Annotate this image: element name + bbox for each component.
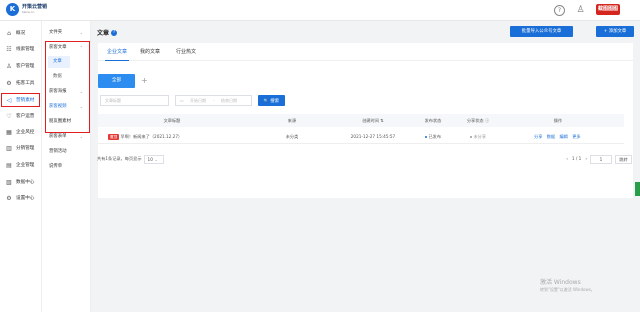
building-icon: ▤ — [6, 161, 12, 169]
sidebar-item-tools[interactable]: ⚙ 拓客工具 — [0, 76, 42, 90]
goto-page-input[interactable]: 1 — [590, 154, 612, 164]
date-start: 开始日期 — [190, 98, 206, 103]
subnav-articles[interactable]: 文章 — [48, 56, 70, 68]
subnav-posters[interactable]: 获客海报 ⌄ — [42, 86, 91, 98]
date-end: 结束日期 — [221, 98, 237, 103]
sidebar-item-data-center[interactable]: ▧ 数据中心 — [0, 175, 42, 189]
page-size-select[interactable]: 10 ⌄ — [143, 154, 164, 164]
chevron-up-icon: ⌃ — [79, 45, 83, 50]
shield-icon: ▦ — [6, 128, 12, 136]
subnav-moments-materials[interactable]: 朋友圈素材 — [42, 116, 91, 128]
list-icon: ☷ — [6, 45, 12, 53]
page-title: 文章 ? — [97, 29, 118, 37]
add-article-button[interactable]: + 添加文章 — [596, 26, 634, 37]
date-range-picker[interactable]: ▭ 开始日期 - 结束日期 — [175, 95, 252, 106]
calendar-icon: ▭ — [180, 98, 184, 103]
subnav-data[interactable]: 数据 — [42, 71, 91, 83]
logo[interactable]: K 开策云营销 kaice.cn — [6, 3, 47, 16]
col-title: 文章标题 — [163, 118, 181, 123]
add-folder-icon[interactable]: + — [141, 76, 148, 86]
subnav-flyers[interactable]: 说传单 — [42, 161, 91, 173]
table-header: 文章标题 来源 创建时间 ⇅ 发布状态 分享状态 ⓘ 操作 — [98, 114, 624, 127]
side-float-tab[interactable] — [635, 182, 640, 196]
sidebar-item-leads[interactable]: ☷ 线索管理 — [0, 42, 42, 56]
more-link[interactable]: 更多 — [572, 134, 580, 139]
main-content: 文章 ? 批量导入公众号文章 + 添加文章 企业文章 我的文章 行业热文 全部 … — [91, 21, 640, 312]
chevron-down-icon: ⌄ — [79, 89, 83, 94]
next-page-button[interactable]: › — [585, 154, 587, 164]
subnav-campaigns[interactable]: 营销活动 — [42, 146, 91, 158]
share-link[interactable]: 分享 — [534, 134, 542, 139]
share-icon: ▥ — [6, 144, 12, 152]
data-link[interactable]: 数据 — [547, 134, 555, 139]
user-icon: ♙ — [6, 62, 12, 70]
title-search-input[interactable]: 文章标题 — [100, 95, 169, 106]
sidebar-item-enterprise[interactable]: ▤ 企业管理 — [0, 158, 42, 172]
chart-icon: ▧ — [6, 178, 12, 186]
chevron-down-icon: ⌄ — [154, 156, 158, 162]
sidebar-item-settings[interactable]: ⚙ 设置中心 — [0, 191, 42, 205]
article-title-cell[interactable]: 置顶 早啊！新闻来了（2021.12.27） — [108, 129, 182, 144]
col-source: 来源 — [287, 118, 297, 123]
tabs: 企业文章 我的文章 行业热文 — [98, 43, 633, 61]
prev-page-button[interactable]: ‹ — [566, 154, 568, 164]
sub-nav: 文件夹 ⌄ 获客文章 ⌃ 文章 数据 获客海报 ⌄ 获客视频 ⌄ 朋友圈素材 获客表单 ⌄… — [42, 21, 91, 312]
source-cell: 未分类 — [285, 134, 299, 139]
table-row: 置顶 早啊！新闻来了（2021.12.27） 未分类 2021-12-27 15… — [98, 129, 624, 144]
pager: ‹ 1 / 1 › 1 跳转 — [566, 154, 632, 164]
logo-subtitle: kaice.cn — [22, 10, 35, 14]
home-icon: ⌂ — [7, 29, 11, 37]
subnav-forms[interactable]: 获客表单 ⌄ — [42, 131, 91, 143]
help-icon[interactable]: ? — [111, 29, 118, 36]
logo-icon: K — [6, 3, 19, 16]
chevron-down-icon: ⌄ — [79, 104, 83, 109]
subnav-folders[interactable]: 文件夹 ⌄ — [42, 27, 91, 39]
pager-summary: 共有1条记录，每页显示 10 ⌄ — [97, 154, 164, 164]
heart-icon: ♡ — [6, 112, 12, 120]
publish-status-cell: 已发布 — [413, 129, 453, 144]
batch-import-button[interactable]: 批量导入公众号文章 — [510, 26, 573, 37]
windows-watermark: 激活 Windows 转到"设置"以激活 Windows。 — [540, 279, 595, 292]
folder-all-button[interactable]: 全部 — [98, 74, 135, 88]
help-icon[interactable]: ? — [554, 5, 565, 16]
tab-my-articles[interactable]: 我的文章 — [138, 43, 162, 61]
chevron-down-icon: ⌄ — [79, 134, 83, 139]
highlight-box — [1, 93, 40, 107]
col-share-status: 分享状态 ⓘ — [466, 118, 490, 123]
gear-icon: ⚙ — [6, 194, 12, 202]
page-info: 1 / 1 — [571, 156, 582, 161]
pinned-badge: 置顶 — [108, 134, 120, 140]
subnav-videos[interactable]: 获客视频 ⌄ — [42, 101, 91, 113]
chevron-down-icon: ⌄ — [79, 30, 83, 35]
sidebar: ⌂ 概况 ☷ 线索管理 ♙ 客户管理 ⚙ 拓客工具 ◁ 营销素材 ♡ 客户运营 ▦ 企业风控 … — [0, 21, 42, 312]
sidebar-item-customers[interactable]: ♙ 客户管理 — [0, 59, 42, 73]
edit-link[interactable]: 编辑 — [559, 134, 567, 139]
tab-industry-hot[interactable]: 行业热文 — [174, 43, 198, 61]
actions-cell: 分享 数据 编辑 更多 — [534, 129, 584, 144]
jump-button[interactable]: 跳转 — [615, 154, 632, 164]
sidebar-item-distribution[interactable]: ▥ 分销管理 — [0, 141, 42, 155]
share-status-cell: 未分享 — [453, 129, 503, 144]
brand-badge[interactable]: 截图图图 — [596, 4, 620, 15]
user-icon[interactable]: ♙ — [575, 5, 586, 16]
col-created[interactable]: 创建时间 ⇅ — [343, 114, 403, 127]
search-button[interactable]: 🔍 搜索 — [258, 95, 285, 106]
sidebar-item-risk[interactable]: ▦ 企业风控 — [0, 125, 42, 139]
sidebar-item-customer-ops[interactable]: ♡ 客户运营 — [0, 109, 42, 123]
subnav-articles-group[interactable]: 获客文章 ⌃ — [42, 42, 91, 54]
sidebar-item-overview[interactable]: ⌂ 概况 — [0, 26, 42, 40]
tool-icon: ⚙ — [6, 79, 12, 87]
tab-company-articles[interactable]: 企业文章 — [105, 43, 129, 61]
search-icon: 🔍 — [263, 98, 269, 103]
created-cell: 2021-12-27 15:45:57 — [350, 134, 396, 139]
col-actions: 操作 — [553, 118, 563, 123]
col-publish-status: 发布状态 — [424, 118, 442, 123]
top-bar: K 开策云营销 kaice.cn ? ♙ 截图图图 — [0, 0, 640, 21]
